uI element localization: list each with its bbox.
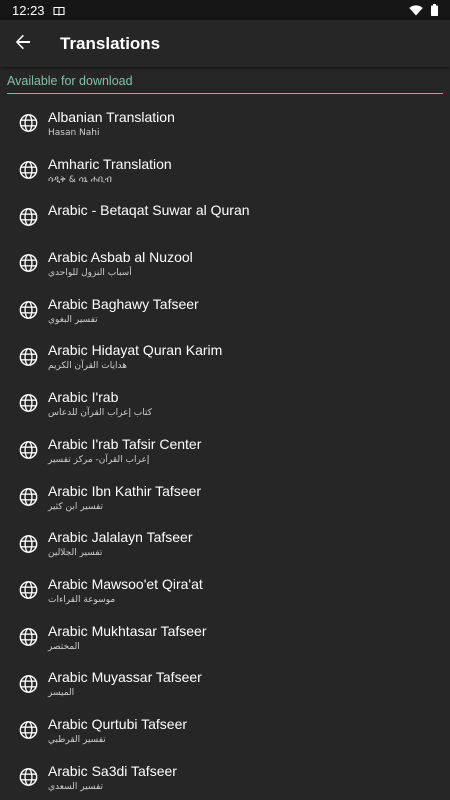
item-title: Arabic Mukhtasar Tafseer [48, 622, 207, 639]
item-title: Arabic I'rab [48, 389, 119, 406]
item-title: Arabic I'rab Tafsir Center [48, 435, 202, 452]
item-title: Arabic Jalalayn Tafseer [48, 529, 193, 546]
globe-icon [19, 487, 38, 506]
list-item[interactable]: Arabic Qurtubi Tafseer تفسير القرطبي [0, 707, 450, 754]
item-subtitle: هدايات القرآن الكريم [48, 361, 127, 372]
item-subtitle: أسباب النزول للواحدي [48, 268, 132, 279]
item-title: Arabic Muyassar Tafseer [48, 669, 202, 686]
item-subtitle: إعراب القرآن- مركز تفسير [48, 454, 150, 465]
item-subtitle: المختصر [48, 641, 80, 652]
item-title: Arabic Asbab al Nuzool [48, 249, 193, 266]
globe-icon [19, 114, 38, 133]
list-item[interactable]: Arabic I'rab كتاب إعراب القرآن للدعاس [0, 380, 450, 427]
list-item[interactable]: Arabic - Betaqat Suwar al Quran [0, 193, 450, 240]
item-title: Arabic Ibn Kathir Tafseer [48, 482, 202, 499]
item-subtitle: تفسير الجلالين [48, 548, 103, 559]
globe-icon [19, 161, 38, 180]
item-title: Arabic Sa3di Tafseer [48, 762, 177, 779]
item-subtitle: ሳዲቅ & ሳኒ ሐቢብ [48, 174, 112, 185]
wifi-icon [409, 4, 423, 16]
list-item[interactable]: Arabic I'rab Tafsir Center إعراب القرآن-… [0, 427, 450, 474]
item-title: Arabic Hidayat Quran Karim [48, 342, 223, 359]
globe-icon [19, 394, 38, 413]
list-item[interactable]: Albanian Translation Hasan Nahi [0, 100, 450, 147]
battery-icon [431, 4, 438, 16]
list-item[interactable]: Arabic Asbab al Nuzool أسباب النزول للوا… [0, 240, 450, 287]
list-item[interactable]: Arabic Mawsoo'et Qira'at موسوعة القراءات [0, 567, 450, 614]
back-button[interactable] [0, 20, 46, 67]
page-title: Translations [60, 33, 161, 53]
list-item[interactable]: Arabic Mukhtasar Tafseer المختصر [0, 614, 450, 661]
app-bar: Translations [0, 20, 450, 67]
arrow-left-icon [15, 34, 31, 54]
list-item[interactable]: Amharic Translation ሳዲቅ & ሳኒ ሐቢብ [0, 147, 450, 194]
globe-icon [19, 207, 38, 226]
item-title: Arabic Mawsoo'et Qira'at [48, 575, 203, 592]
globe-icon [19, 254, 38, 273]
item-subtitle: Hasan Nahi [48, 128, 100, 138]
item-subtitle: الميسر [48, 688, 75, 699]
list-item[interactable]: Arabic Hidayat Quran Karim هدايات القرآن… [0, 333, 450, 380]
item-title: Arabic - Betaqat Suwar al Quran [48, 202, 250, 219]
list-item[interactable]: Arabic Jalalayn Tafseer تفسير الجلالين [0, 520, 450, 567]
globe-icon [19, 767, 38, 786]
item-title: Albanian Translation [48, 109, 175, 125]
item-subtitle: موسوعة القراءات [48, 594, 116, 605]
item-subtitle: كتاب إعراب القرآن للدعاس [48, 408, 153, 419]
item-title: Amharic Translation [48, 155, 172, 172]
globe-icon [19, 534, 38, 553]
globe-icon [19, 301, 38, 320]
item-subtitle: تفسير السعدي [48, 781, 104, 792]
item-subtitle: تفسير ابن كثير [48, 501, 104, 512]
globe-icon [19, 674, 38, 693]
globe-icon [19, 627, 38, 646]
section-header: Available for download [7, 67, 443, 94]
item-title: Arabic Baghawy Tafseer [48, 295, 199, 312]
status-bar: 12:23 [0, 0, 450, 20]
section-title: Available for download [7, 74, 133, 88]
item-subtitle: تفسير القرطبي [48, 734, 106, 745]
item-subtitle: تفسير البغوي [48, 314, 98, 325]
translation-list: Albanian Translation Hasan Nahi Amharic … [0, 100, 450, 800]
list-item[interactable]: Arabic Baghawy Tafseer تفسير البغوي [0, 287, 450, 334]
list-item[interactable]: Arabic Sa3di Tafseer تفسير السعدي [0, 754, 450, 800]
globe-icon [19, 441, 38, 460]
globe-icon [19, 581, 38, 600]
book-icon [52, 5, 65, 16]
status-time: 12:23 [12, 2, 45, 18]
globe-icon [19, 347, 38, 366]
globe-icon [19, 721, 38, 740]
item-title: Arabic Qurtubi Tafseer [48, 715, 188, 732]
list-item[interactable]: Arabic Muyassar Tafseer الميسر [0, 660, 450, 707]
list-item[interactable]: Arabic Ibn Kathir Tafseer تفسير ابن كثير [0, 474, 450, 521]
